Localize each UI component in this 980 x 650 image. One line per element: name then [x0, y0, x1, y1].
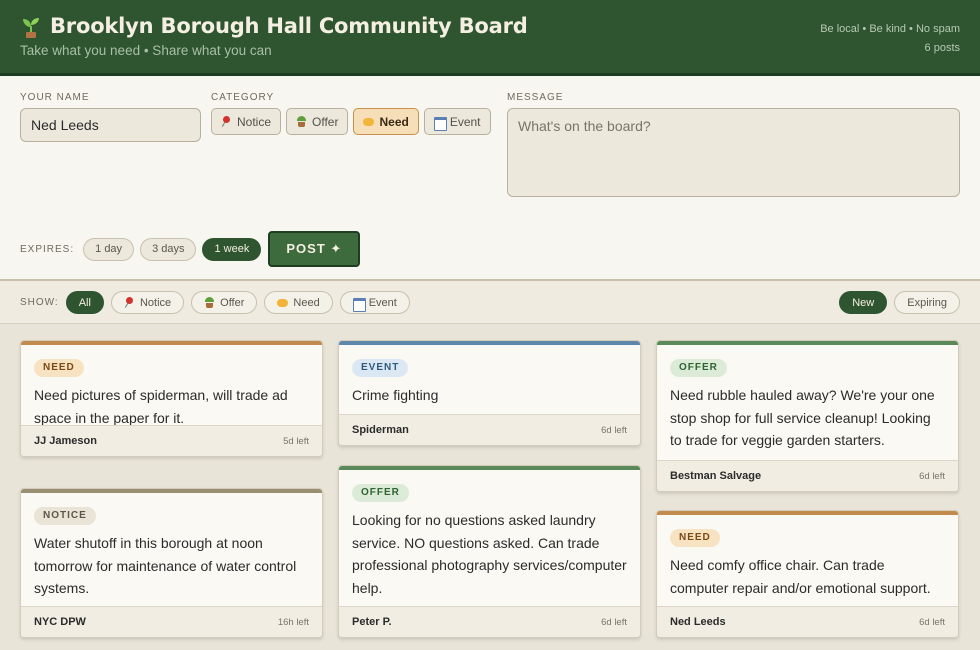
- post-tag: OFFER: [670, 359, 727, 377]
- post-author: Ned Leeds: [670, 616, 726, 628]
- post-composer: YOUR NAME Ned Leeds CATEGORY Notice Offe…: [0, 76, 980, 281]
- category-need-label: Need: [379, 114, 409, 129]
- message-label: MESSAGE: [507, 92, 564, 103]
- post-tag: OFFER: [352, 484, 409, 502]
- filter-notice-label: Notice: [139, 296, 172, 309]
- expires-row: EXPIRES: 1 day 3 days 1 week POST ✦: [20, 231, 361, 267]
- post-footer: Ned Leeds 6d left: [657, 606, 958, 637]
- post-card[interactable]: NOTICE Water shutoff in this borough at …: [20, 488, 323, 638]
- post-expiry: 5d left: [283, 436, 309, 447]
- post-author: Bestman Salvage: [670, 470, 762, 482]
- category-notice-label: Notice: [237, 114, 272, 129]
- filter-bar: SHOW: All Notice Offer Need Event New Ex…: [0, 281, 980, 324]
- post-card[interactable]: EVENT Crime fighting Spiderman 6d left: [338, 340, 641, 446]
- post-author: NYC DPW: [34, 616, 86, 628]
- card-accent: [339, 466, 640, 470]
- category-label: CATEGORY: [211, 92, 275, 103]
- post-author: Spiderman: [352, 424, 409, 436]
- post-card[interactable]: NEED Need pictures of spiderman, will tr…: [20, 340, 323, 457]
- post-expiry: 16h left: [277, 617, 309, 628]
- post-body: Need rubble hauled away? We're your one …: [670, 387, 935, 448]
- post-card[interactable]: OFFER Need rubble hauled away? We're you…: [656, 340, 959, 492]
- category-offer-label: Offer: [312, 114, 339, 129]
- sprout-icon: [204, 297, 215, 308]
- pin-icon: [124, 297, 135, 308]
- expires-1-day-button[interactable]: 1 day: [83, 237, 135, 261]
- category-offer-button[interactable]: Offer: [286, 108, 349, 135]
- post-expiry: 6d left: [919, 617, 945, 628]
- post-author: Peter P.: [352, 616, 392, 628]
- name-input[interactable]: Ned Leeds: [20, 108, 201, 142]
- pin-icon: [221, 116, 232, 127]
- header-tagline: Be local • Be kind • No spam: [820, 23, 960, 35]
- filter-need-button[interactable]: Need: [264, 291, 333, 314]
- card-accent: [657, 511, 958, 515]
- card-accent: [339, 341, 640, 345]
- post-author: JJ Jameson: [34, 435, 97, 447]
- post-tag: NEED: [34, 359, 84, 377]
- post-footer: NYC DPW 16h left: [21, 606, 322, 637]
- category-notice-button[interactable]: Notice: [211, 108, 282, 135]
- post-footer: Bestman Salvage 6d left: [657, 460, 958, 491]
- post-body: Need pictures of spiderman, will trade a…: [34, 387, 288, 426]
- message-input[interactable]: What's on the board?: [507, 108, 960, 197]
- hand-icon: [277, 297, 289, 308]
- post-body: Water shutoff in this borough at noon to…: [34, 535, 297, 596]
- post-expiry: 6d left: [601, 617, 627, 628]
- show-label: SHOW:: [20, 297, 59, 308]
- calendar-icon: [433, 116, 447, 131]
- post-footer: JJ Jameson 5d left: [21, 425, 322, 456]
- sprout-icon: [23, 18, 39, 38]
- post-body: Need comfy office chair. Can trade compu…: [670, 557, 931, 596]
- filter-offer-button[interactable]: Offer: [191, 291, 258, 314]
- post-expiry: 6d left: [601, 425, 627, 436]
- filter-event-label: Event: [368, 296, 397, 309]
- post-footer: Peter P. 6d left: [339, 606, 640, 637]
- post-count: 6 posts: [924, 42, 960, 54]
- sort-toggle: New Expiring: [839, 291, 960, 314]
- expires-label: EXPIRES:: [20, 243, 75, 255]
- header-meta: Be local • Be kind • No spam 6 posts: [820, 20, 960, 58]
- expires-1-week-button[interactable]: 1 week: [202, 237, 262, 261]
- calendar-icon: [352, 297, 366, 312]
- page-subtitle: Take what you need • Share what you can: [20, 43, 272, 58]
- category-event-label: Event: [449, 114, 481, 129]
- post-footer: Spiderman 6d left: [339, 414, 640, 445]
- filter-need-label: Need: [293, 296, 320, 309]
- post-card[interactable]: NEED Need comfy office chair. Can trade …: [656, 510, 959, 638]
- page-title: Brooklyn Borough Hall Community Board: [50, 14, 528, 38]
- category-need-button[interactable]: Need: [353, 108, 419, 135]
- filter-event-button[interactable]: Event: [339, 291, 410, 314]
- post-card[interactable]: OFFER Looking for no questions asked lau…: [338, 465, 641, 638]
- filter-offer-label: Offer: [220, 296, 245, 309]
- post-tag: NOTICE: [34, 507, 96, 525]
- post-button[interactable]: POST ✦: [268, 231, 361, 267]
- name-label: YOUR NAME: [20, 92, 90, 103]
- post-tag: EVENT: [352, 359, 409, 377]
- category-event-button[interactable]: Event: [423, 108, 491, 135]
- filter-all-label: All: [78, 296, 91, 309]
- filter-notice-button[interactable]: Notice: [110, 291, 185, 314]
- card-accent: [21, 489, 322, 493]
- title-row: Brooklyn Borough Hall Community Board: [20, 14, 528, 38]
- post-tag: NEED: [670, 529, 720, 547]
- card-accent: [21, 341, 322, 345]
- category-filter: SHOW: All Notice Offer Need Event: [20, 291, 410, 314]
- app-header: Brooklyn Borough Hall Community Board Ta…: [0, 0, 980, 76]
- hand-icon: [363, 116, 375, 127]
- card-accent: [657, 341, 958, 345]
- sort-expiring-button[interactable]: Expiring: [894, 291, 960, 314]
- post-body: Crime fighting: [352, 387, 439, 403]
- sprout-icon: [296, 116, 307, 127]
- sort-new-button[interactable]: New: [839, 291, 888, 314]
- post-board: NEED Need pictures of spiderman, will tr…: [0, 324, 980, 650]
- filter-all-button[interactable]: All: [65, 291, 104, 314]
- expires-3-days-button[interactable]: 3 days: [140, 237, 197, 261]
- post-body: Looking for no questions asked laundry s…: [352, 512, 627, 596]
- post-expiry: 6d left: [919, 471, 945, 482]
- category-selector: Notice Offer Need Event: [211, 108, 491, 135]
